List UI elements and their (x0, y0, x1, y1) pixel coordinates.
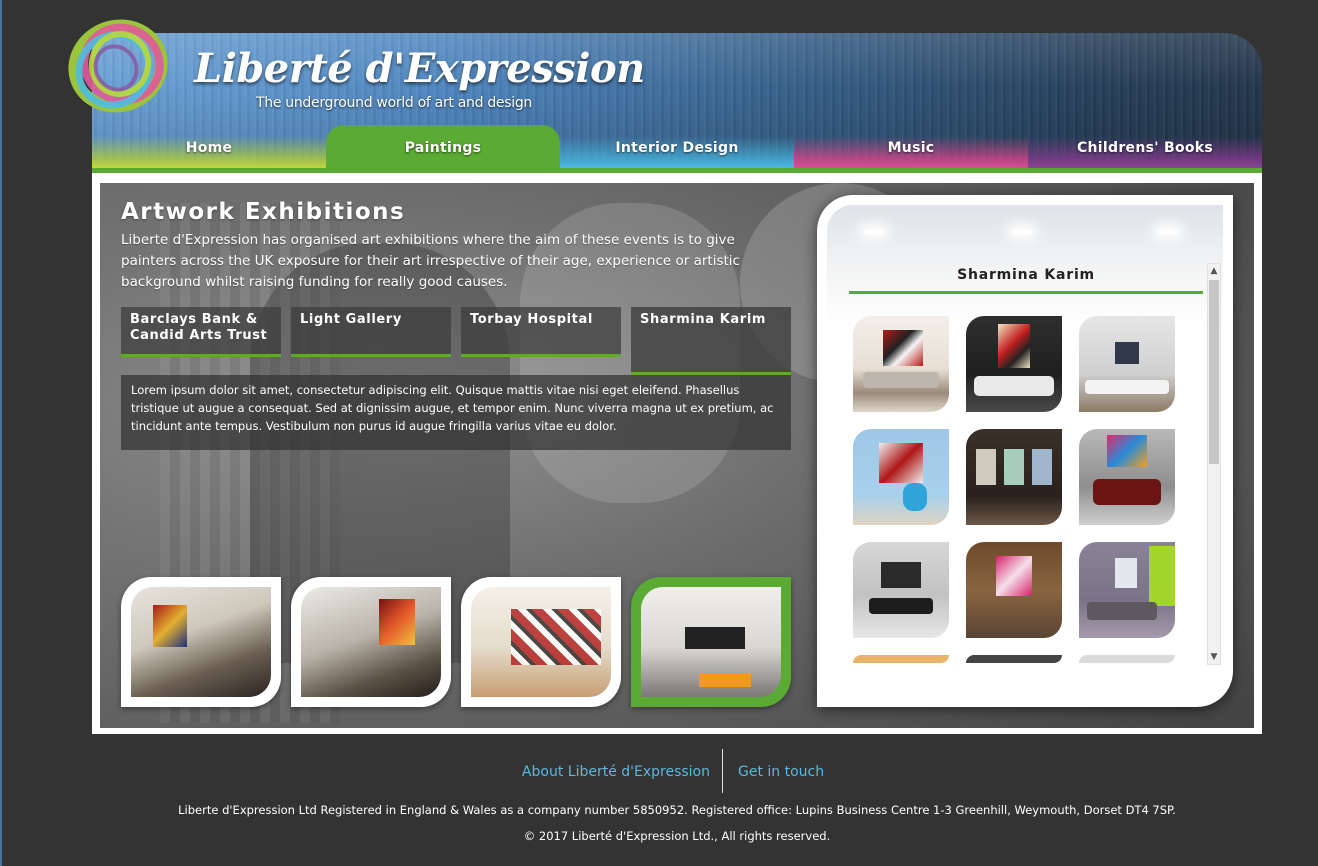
venue-thumbnail-barclays[interactable] (121, 577, 281, 707)
gallery-title: Sharmina Karim (957, 267, 1095, 283)
artwork-thumbnail[interactable] (966, 429, 1062, 525)
venue-thumbnail-torbay-hospital[interactable] (461, 577, 621, 707)
scroll-down-arrow-icon[interactable]: ▼ (1208, 650, 1220, 664)
nav-tab-label: Childrens' Books (1076, 140, 1214, 156)
ceiling-spotlight (863, 229, 885, 235)
brand-tagline: The underground world of art and design (256, 95, 532, 111)
footer-links: About Liberté d'Expression Get in touch (0, 749, 1318, 793)
artwork-thumbnail[interactable] (853, 655, 949, 663)
venue-description: Lorem ipsum dolor sit amet, consectetur … (121, 375, 791, 450)
venue-tab-sharmina-karim[interactable]: Sharmina Karim (631, 307, 791, 375)
artwork-thumbnail[interactable] (1079, 542, 1175, 638)
nav-tab-home[interactable]: Home (92, 125, 326, 170)
artwork-thumbnail[interactable] (853, 316, 949, 412)
artwork-thumbnail[interactable] (853, 542, 949, 638)
gallery-title-underline (849, 291, 1203, 294)
ceiling-spotlight (1157, 229, 1179, 235)
nav-tab-label: Music (887, 140, 935, 156)
exhibition-photo (471, 587, 611, 697)
window-edge (0, 0, 2, 866)
venue-thumbnail-sharmina-karim[interactable] (631, 577, 791, 707)
nav-tab-childrens-books[interactable]: Childrens' Books (1028, 125, 1262, 170)
paint-swirl-logo-icon[interactable] (64, 14, 176, 120)
nav-tab-label: Home (185, 140, 233, 156)
exhibition-photo (641, 587, 781, 697)
get-in-touch-link[interactable]: Get in touch (738, 764, 824, 780)
artwork-thumbnail[interactable] (966, 542, 1062, 638)
nav-tab-interior-design[interactable]: Interior Design (560, 125, 794, 170)
page-title: Artwork Exhibitions (121, 199, 406, 225)
registration-text: Liberte d'Expression Ltd Registered in E… (178, 803, 1176, 817)
venue-tab-light-gallery[interactable]: Light Gallery (291, 307, 451, 357)
venue-tab-torbay-hospital[interactable]: Torbay Hospital (461, 307, 621, 357)
intro-text: Liberte d'Expression has organised art e… (121, 232, 740, 290)
footer-divider (722, 749, 723, 793)
brand-title[interactable]: Liberté d'Expression (194, 45, 645, 92)
ceiling-spotlight (1011, 229, 1033, 235)
exhibition-photo (301, 587, 441, 697)
artist-gallery-panel: Sharmina Karim ▲ ▼ (817, 195, 1233, 707)
gallery-panel-inner: Sharmina Karim ▲ ▼ (827, 205, 1223, 697)
artwork-thumbnail[interactable] (1079, 429, 1175, 525)
artwork-thumbnail[interactable] (966, 316, 1062, 412)
gallery-scrollbar[interactable]: ▲ ▼ (1207, 263, 1221, 665)
about-link[interactable]: About Liberté d'Expression (522, 764, 710, 780)
exhibition-photo (131, 587, 271, 697)
nav-tab-music[interactable]: Music (794, 125, 1028, 170)
nav-tab-paintings[interactable]: Paintings (326, 125, 560, 170)
nav-tab-label: Interior Design (615, 140, 739, 156)
main-nav: Home Paintings Interior Design Music Chi… (92, 125, 1262, 170)
scrollbar-thumb[interactable] (1209, 280, 1219, 464)
artwork-thumbnail[interactable] (853, 429, 949, 525)
main-content: Artwork Exhibitions Liberte d'Expression… (92, 173, 1262, 734)
copyright-text: © 2017 Liberté d'Expression Ltd., All ri… (523, 829, 831, 843)
artwork-thumbnail[interactable] (1079, 316, 1175, 412)
site-header: Liberté d'Expression The underground wor… (92, 33, 1262, 170)
venue-tab-barclays[interactable]: Barclays Bank & Candid Arts Trust (121, 307, 281, 357)
artwork-thumbnail[interactable] (1079, 655, 1175, 663)
venue-thumbnail-light-gallery[interactable] (291, 577, 451, 707)
nav-tab-label: Paintings (404, 140, 482, 156)
artwork-thumbnail[interactable] (966, 655, 1062, 663)
scroll-up-arrow-icon[interactable]: ▲ (1208, 264, 1220, 278)
